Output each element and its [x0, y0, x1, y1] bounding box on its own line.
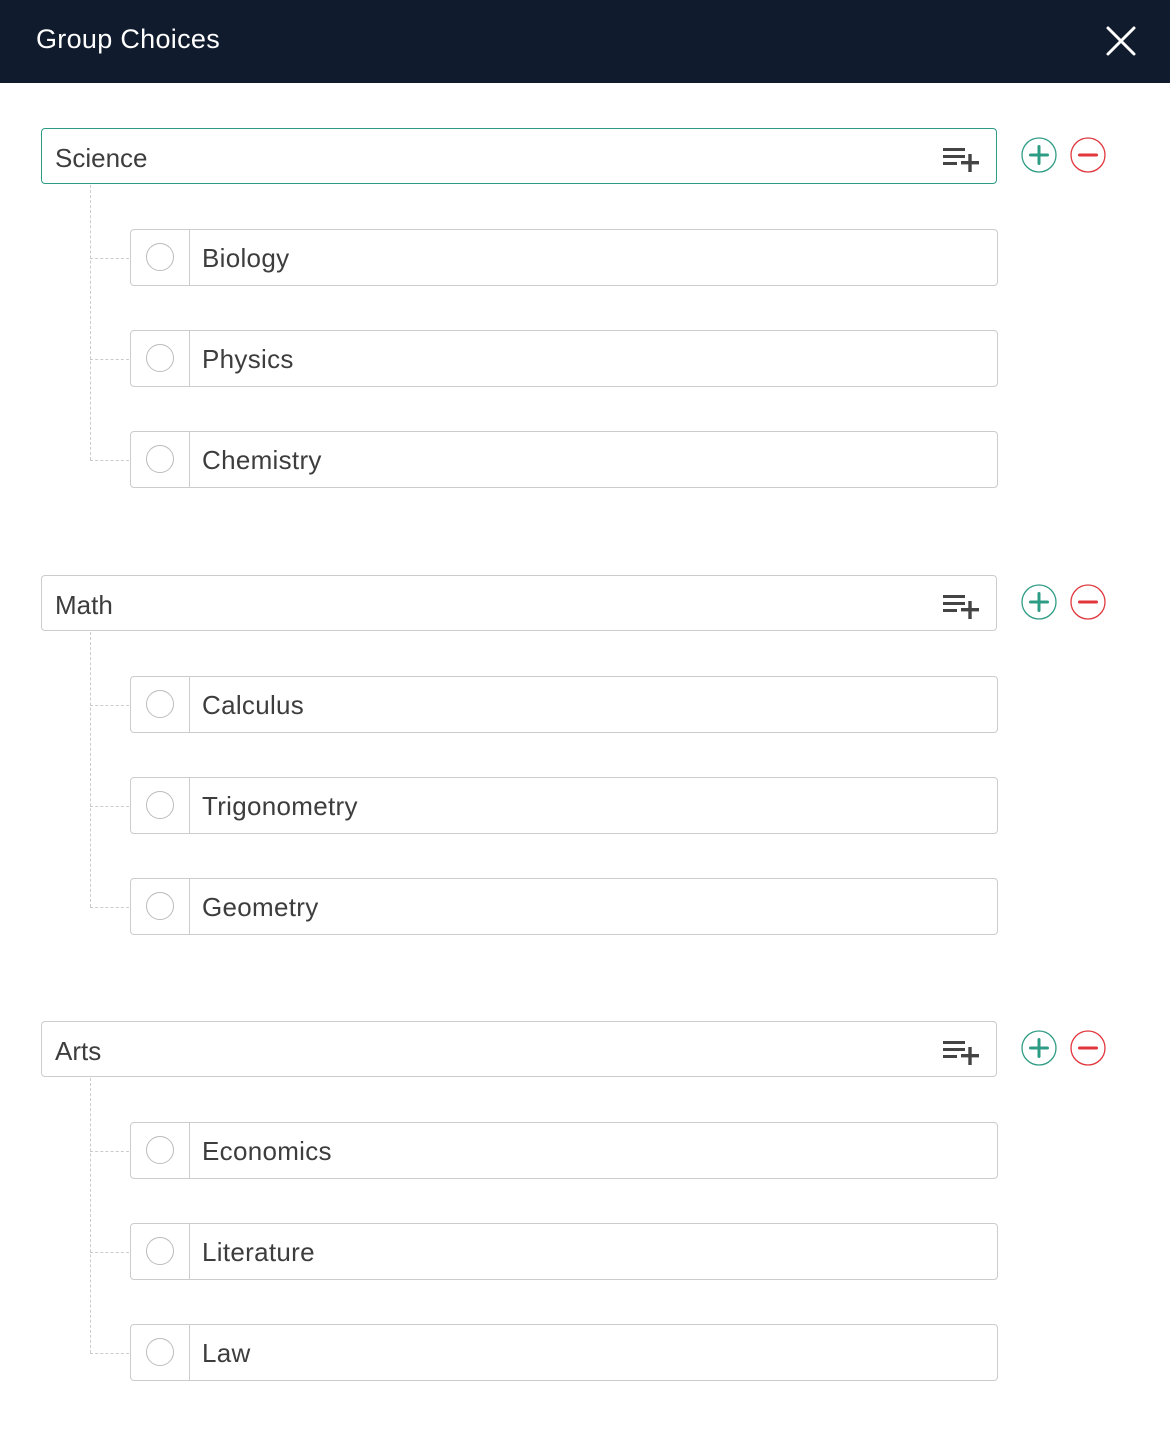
close-icon[interactable] [1102, 22, 1140, 60]
choice-label[interactable]: Chemistry [202, 445, 322, 476]
choice-item: Calculus [130, 676, 998, 733]
choice-radio[interactable] [146, 1136, 174, 1164]
radio-cell [131, 331, 190, 386]
tree-branch [90, 1252, 129, 1253]
radio-cell [131, 677, 190, 732]
choice-item: Trigonometry [130, 777, 998, 834]
remove-group-button[interactable] [1070, 584, 1106, 620]
add-group-button[interactable] [1021, 137, 1057, 173]
tree-branch [90, 460, 129, 461]
choice-label[interactable]: Law [202, 1338, 251, 1369]
choice-label[interactable]: Literature [202, 1237, 315, 1268]
tree-branch [90, 1151, 129, 1152]
group-name-value: Math [55, 590, 113, 620]
choice-label[interactable]: Calculus [202, 690, 304, 721]
add-group-button[interactable] [1021, 1030, 1057, 1066]
choice-radio[interactable] [146, 243, 174, 271]
dialog-header: Group Choices [0, 0, 1170, 83]
choice-label[interactable]: Physics [202, 344, 294, 375]
group-name-input[interactable]: Science [41, 128, 997, 184]
tree-branch [90, 1353, 129, 1354]
radio-cell [131, 1325, 190, 1380]
radio-cell [131, 432, 190, 487]
choice-item: Literature [130, 1223, 998, 1280]
group-name-value: Science [55, 143, 148, 173]
radio-cell [131, 879, 190, 934]
remove-group-button[interactable] [1070, 1030, 1106, 1066]
radio-cell [131, 1224, 190, 1279]
choice-item: Physics [130, 330, 998, 387]
tree-connector [90, 1078, 91, 1353]
choice-radio[interactable] [146, 690, 174, 718]
group-name-input[interactable]: Arts [41, 1021, 997, 1077]
radio-cell [131, 1123, 190, 1178]
choice-item: Law [130, 1324, 998, 1381]
tree-branch [90, 258, 129, 259]
tree-branch [90, 359, 129, 360]
choice-item: Chemistry [130, 431, 998, 488]
choice-radio[interactable] [146, 791, 174, 819]
choice-label[interactable]: Economics [202, 1136, 332, 1167]
choice-label[interactable]: Biology [202, 243, 289, 274]
tree-connector [90, 185, 91, 460]
tree-branch [90, 806, 129, 807]
choice-item: Economics [130, 1122, 998, 1179]
choice-item: Geometry [130, 878, 998, 935]
tree-branch [90, 705, 129, 706]
radio-cell [131, 778, 190, 833]
choice-radio[interactable] [146, 1338, 174, 1366]
choice-item: Biology [130, 229, 998, 286]
dialog-title: Group Choices [36, 24, 220, 54]
choice-radio[interactable] [146, 344, 174, 372]
remove-group-button[interactable] [1070, 137, 1106, 173]
choice-label[interactable]: Geometry [202, 892, 319, 923]
tree-connector [90, 632, 91, 907]
choice-radio[interactable] [146, 445, 174, 473]
playlist-add-icon[interactable] [942, 1038, 980, 1066]
tree-branch [90, 907, 129, 908]
group-name-value: Arts [55, 1036, 102, 1066]
group-name-input[interactable]: Math [41, 575, 997, 631]
choice-label[interactable]: Trigonometry [202, 791, 358, 822]
choice-radio[interactable] [146, 1237, 174, 1265]
add-group-button[interactable] [1021, 584, 1057, 620]
playlist-add-icon[interactable] [942, 145, 980, 173]
radio-cell [131, 230, 190, 285]
choice-radio[interactable] [146, 892, 174, 920]
playlist-add-icon[interactable] [942, 592, 980, 620]
